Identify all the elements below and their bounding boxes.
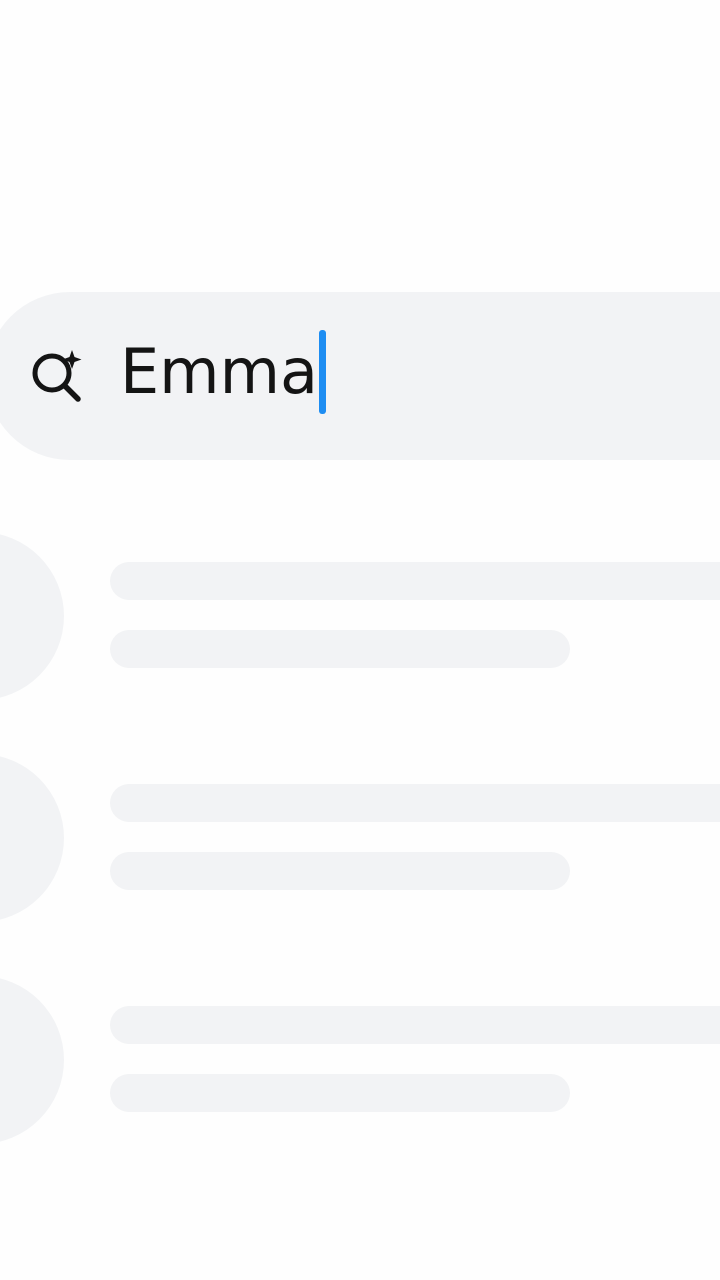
- title-placeholder: [110, 784, 720, 822]
- subtitle-placeholder: [110, 630, 570, 668]
- title-placeholder: [110, 1006, 720, 1044]
- search-query-text: Emma: [120, 335, 318, 408]
- search-input[interactable]: Emma: [120, 330, 326, 414]
- title-placeholder: [110, 562, 720, 600]
- text-caret: [318, 330, 326, 414]
- result-placeholder: [0, 976, 720, 1176]
- search-bar[interactable]: Emma: [0, 292, 720, 460]
- subtitle-placeholder: [110, 1074, 570, 1112]
- avatar-placeholder: [0, 532, 64, 700]
- subtitle-placeholder: [110, 852, 570, 890]
- result-placeholder: [0, 532, 720, 732]
- avatar-placeholder: [0, 976, 64, 1144]
- search-screen: Emma: [0, 0, 720, 1280]
- ai-search-icon: [32, 350, 82, 402]
- result-placeholder: [0, 754, 720, 954]
- avatar-placeholder: [0, 754, 64, 922]
